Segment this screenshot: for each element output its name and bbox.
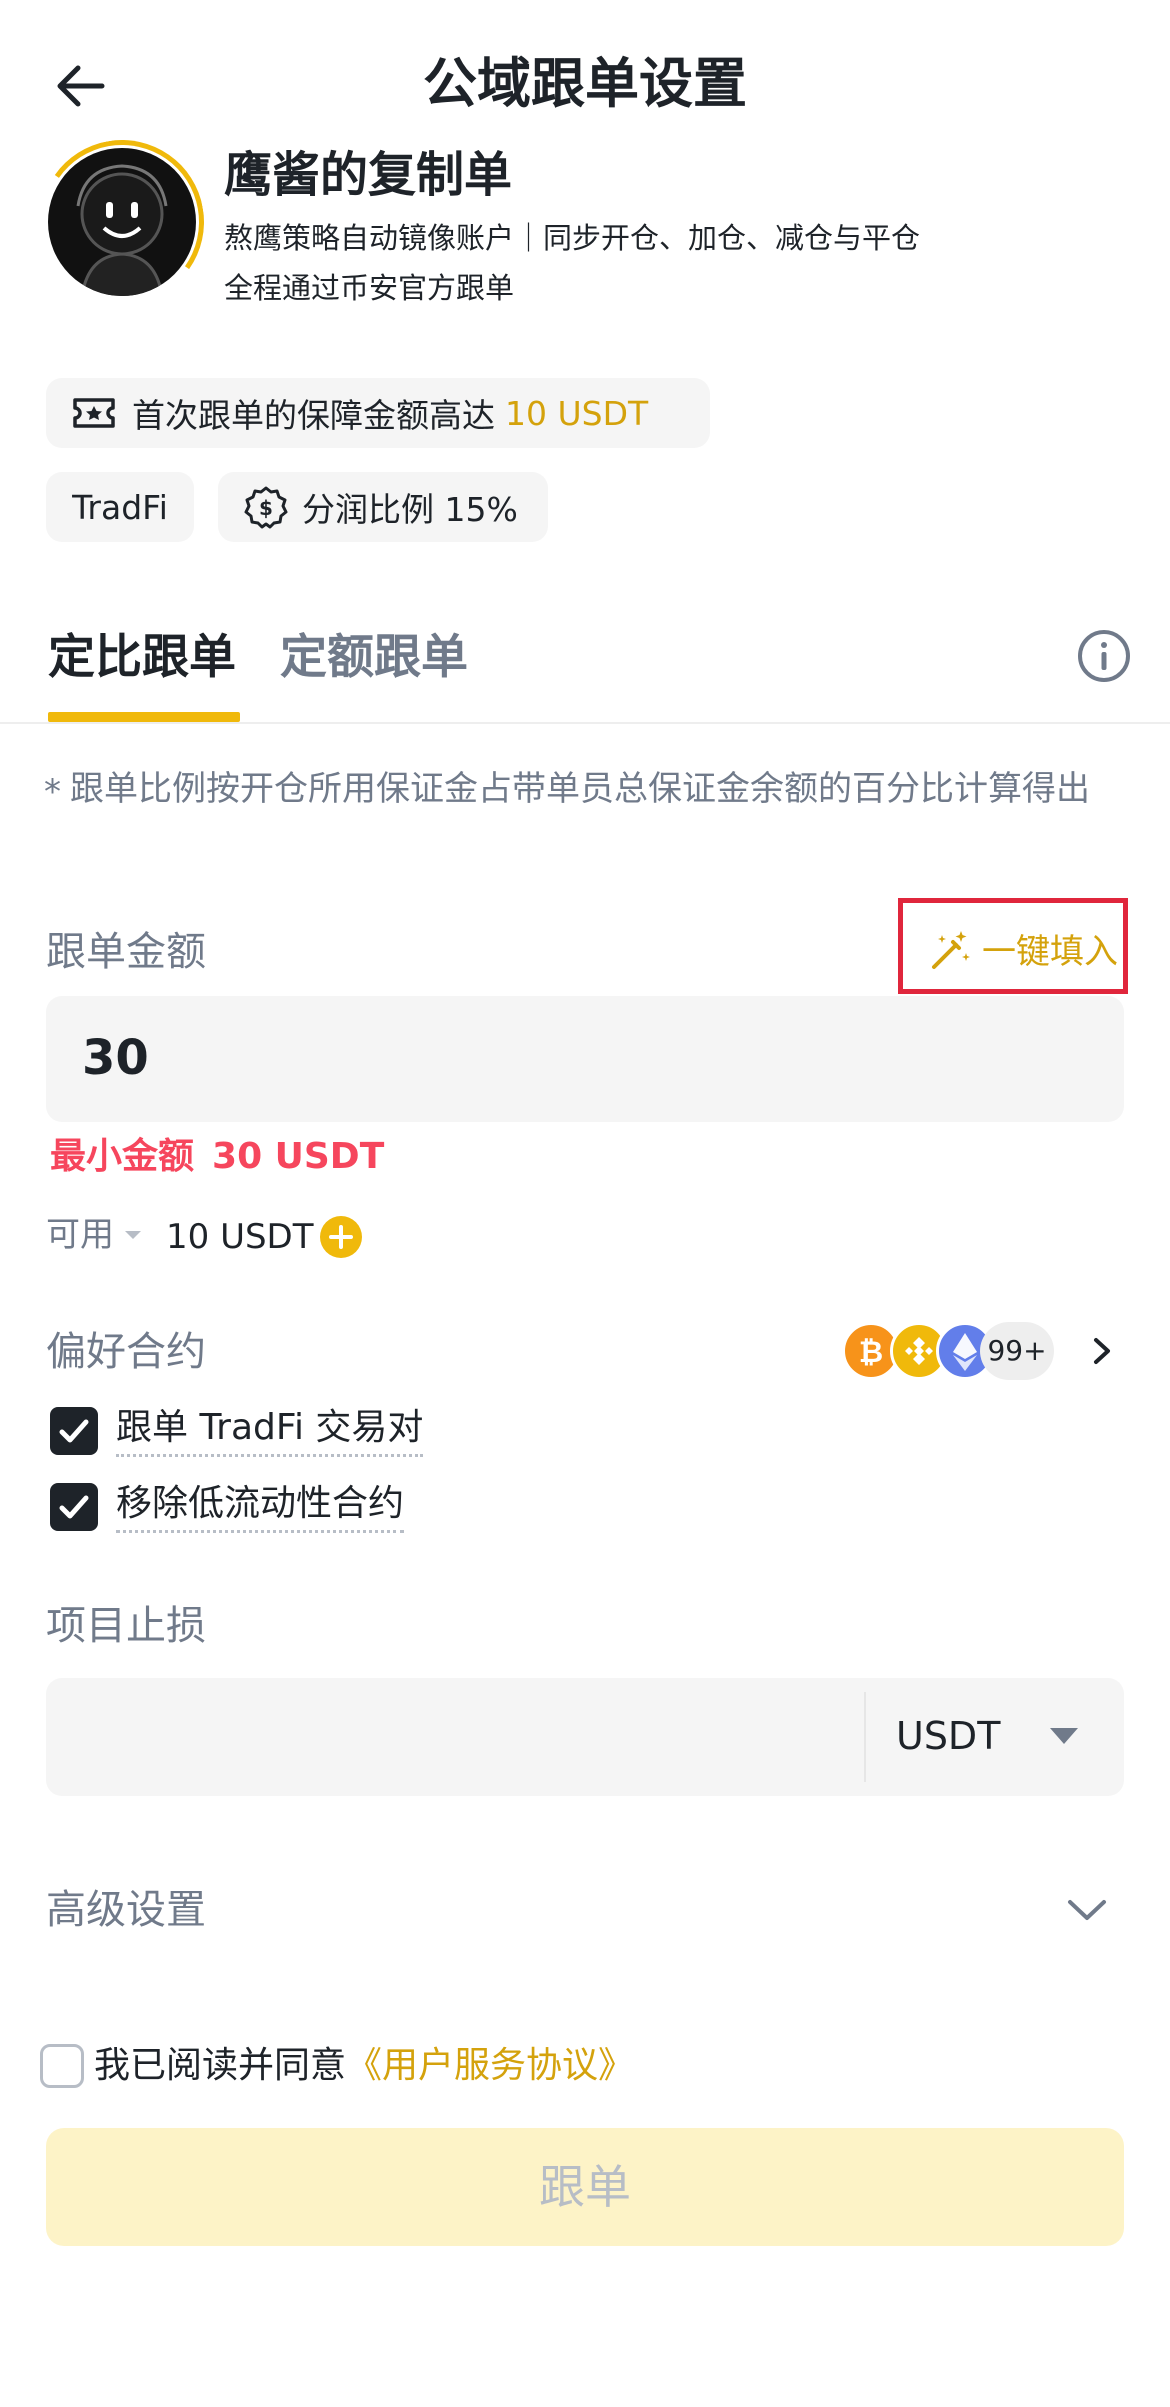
info-icon bbox=[1078, 630, 1130, 682]
profile-subdescription: 全程通过币安官方跟单 bbox=[224, 271, 515, 305]
active-tab-indicator bbox=[48, 712, 240, 722]
add-funds-button[interactable] bbox=[320, 1216, 362, 1258]
amount-input[interactable] bbox=[46, 996, 1124, 1122]
option-tradfi-pairs[interactable]: 跟单 TradFi 交易对 bbox=[50, 1404, 424, 1457]
stop-loss-label: 项目止损 bbox=[46, 1603, 206, 1649]
plus-icon bbox=[329, 1225, 353, 1249]
profile-description: 熬鹰策略自动镜像账户｜同步开仓、加仓、减仓与平仓 bbox=[224, 221, 921, 255]
caret-down-icon bbox=[1050, 1728, 1078, 1744]
advanced-settings-toggle[interactable] bbox=[1062, 1890, 1112, 1930]
tabs-divider bbox=[0, 722, 1170, 724]
tradfi-option-label: 跟单 TradFi 交易对 bbox=[116, 1404, 424, 1457]
stop-loss-unit-select[interactable]: USDT bbox=[896, 1706, 1000, 1766]
preferred-contracts-label: 偏好合约 bbox=[46, 1329, 206, 1375]
profit-share-label: 分润比例 15% bbox=[302, 490, 518, 529]
agreement-checkbox[interactable] bbox=[40, 2044, 84, 2088]
available-label: 可用 bbox=[46, 1215, 114, 1255]
tab-fixed-copy[interactable]: 定额跟单 bbox=[280, 618, 468, 698]
amount-input-value: 30 bbox=[82, 1030, 149, 1086]
guarantee-text: 首次跟单的保障金额高达 bbox=[132, 396, 495, 435]
copy-trade-button[interactable]: 跟单 bbox=[46, 2128, 1124, 2246]
autofill-label: 一键填入 bbox=[982, 932, 1118, 972]
agreement-text: 我已阅读并同意 《用户服务协议》 bbox=[94, 2036, 634, 2096]
caret-down-icon bbox=[125, 1231, 141, 1239]
guarantee-badge[interactable]: 首次跟单的保障金额高达 10 USDT bbox=[46, 378, 710, 448]
tab-ratio-copy[interactable]: 定比跟单 bbox=[48, 618, 236, 698]
tradfi-checkbox[interactable] bbox=[50, 1406, 98, 1455]
tradfi-label: TradFi bbox=[72, 487, 168, 527]
low-liquidity-checkbox[interactable] bbox=[50, 1482, 98, 1531]
note-asterisk: * bbox=[44, 772, 61, 812]
min-amount-value: 30 USDT bbox=[212, 1136, 385, 1177]
page-title: 公域跟单设置 bbox=[423, 52, 747, 115]
ratio-note: 跟单比例按开仓所用保证金占带单员总保证金余额的百分比计算得出 bbox=[70, 769, 1090, 809]
chevron-right-icon bbox=[1094, 1338, 1110, 1364]
ticket-icon bbox=[73, 398, 115, 428]
magic-wand-icon bbox=[932, 930, 970, 969]
info-button[interactable] bbox=[1076, 628, 1132, 684]
stop-loss-separator bbox=[864, 1692, 866, 1782]
checkmark-icon bbox=[59, 1495, 89, 1518]
agreement-prefix: 我已阅读并同意 bbox=[94, 2045, 347, 2086]
user-agreement-link[interactable]: 《用户服务协议》 bbox=[346, 2036, 634, 2096]
min-amount-label: 最小金额 bbox=[50, 1136, 195, 1177]
more-coins-badge: 99+ bbox=[980, 1322, 1054, 1380]
avatar[interactable] bbox=[48, 148, 196, 296]
svg-text:₿: ₿ bbox=[859, 1335, 883, 1370]
available-value: 10 USDT bbox=[166, 1217, 314, 1257]
svg-text:$: $ bbox=[259, 496, 273, 520]
amount-label: 跟单金额 bbox=[46, 929, 206, 975]
profile-name: 鹰酱的复制单 bbox=[224, 147, 513, 203]
checkmark-icon bbox=[59, 1419, 89, 1442]
available-dropdown[interactable]: 可用 bbox=[46, 1210, 144, 1260]
advanced-settings-label[interactable]: 高级设置 bbox=[46, 1880, 206, 1940]
chevron-down-icon bbox=[1068, 1900, 1106, 1920]
autofill-button[interactable]: 一键填入 bbox=[928, 924, 1118, 973]
option-remove-low-liquidity[interactable]: 移除低流动性合约 bbox=[50, 1480, 405, 1533]
profit-share-badge[interactable]: $ 分润比例 15% bbox=[218, 472, 548, 542]
tradfi-badge: TradFi bbox=[46, 472, 194, 542]
min-amount-warning: 最小金额 30 USDT bbox=[50, 1130, 384, 1184]
preferred-contracts-expand[interactable] bbox=[1084, 1328, 1120, 1374]
avatar-face-icon bbox=[76, 164, 168, 296]
guarantee-amount: 10 USDT bbox=[505, 393, 649, 433]
dollar-badge-icon: $ bbox=[244, 486, 288, 529]
low-liquidity-option-label: 移除低流动性合约 bbox=[116, 1480, 405, 1533]
